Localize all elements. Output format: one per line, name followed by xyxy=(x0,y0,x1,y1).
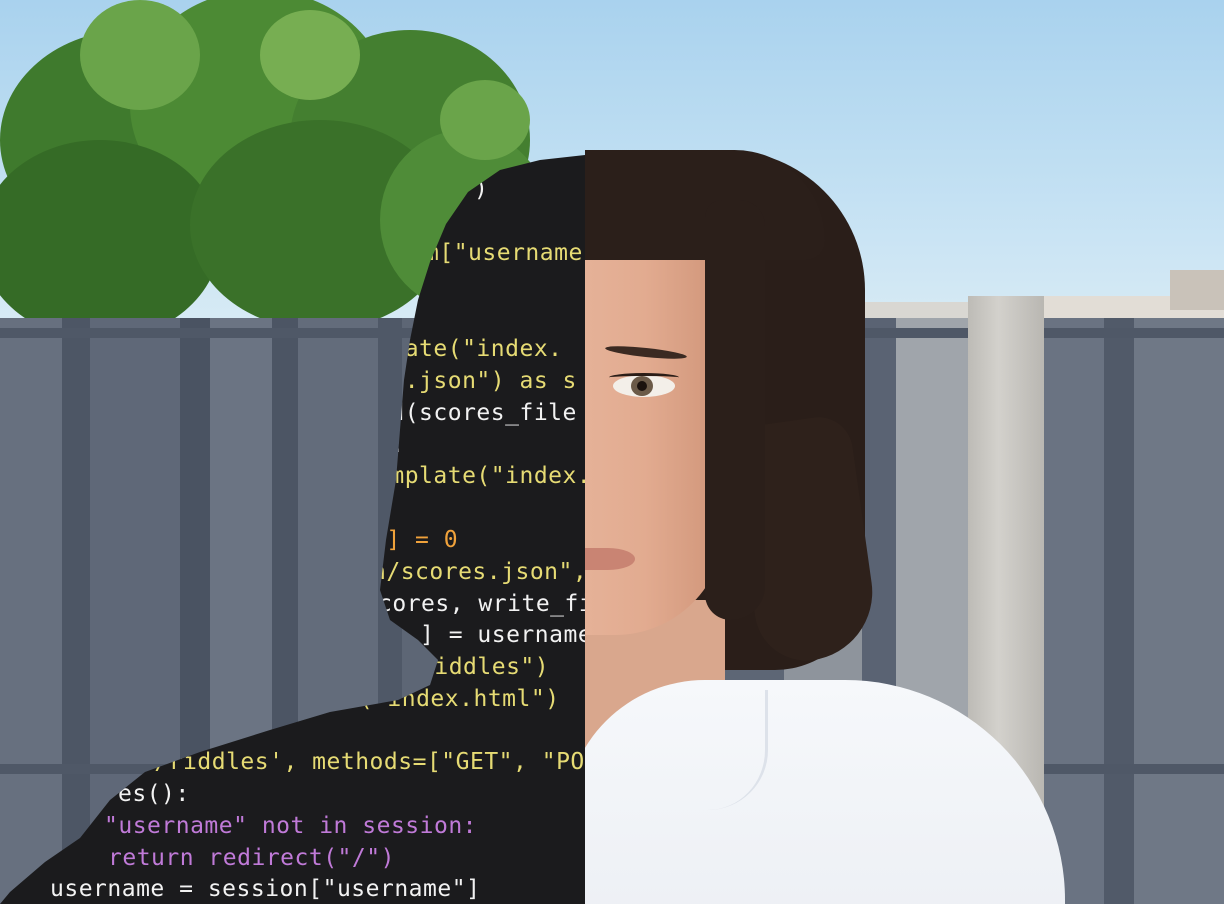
eyelash xyxy=(609,373,679,382)
white-tshirt xyxy=(585,680,1065,904)
code-line: return redirect("/") xyxy=(108,845,395,871)
code-line: riddles") xyxy=(420,654,550,680)
code-line: '/riddles', methods=["GET", "PO xyxy=(140,749,585,775)
code-line: m["username" xyxy=(425,240,585,266)
code-line: ad(scores_file xyxy=(376,400,577,426)
code-line: emplate("index. xyxy=(376,463,585,489)
code-line: n/scores.json", xyxy=(372,559,585,585)
code-line: cores, write_fi xyxy=(378,591,585,617)
hair-side xyxy=(705,200,765,620)
face xyxy=(585,205,725,635)
code-line: username = session["username"] xyxy=(50,876,481,902)
code-line: es.json") as s xyxy=(376,368,577,394)
code-line: ] = username xyxy=(420,622,585,648)
code-line: "username" not in session: xyxy=(104,813,478,839)
portrait-photo xyxy=(585,0,1224,904)
photo-scene: ) m["username" plate("index. es.json") a… xyxy=(0,0,1224,904)
